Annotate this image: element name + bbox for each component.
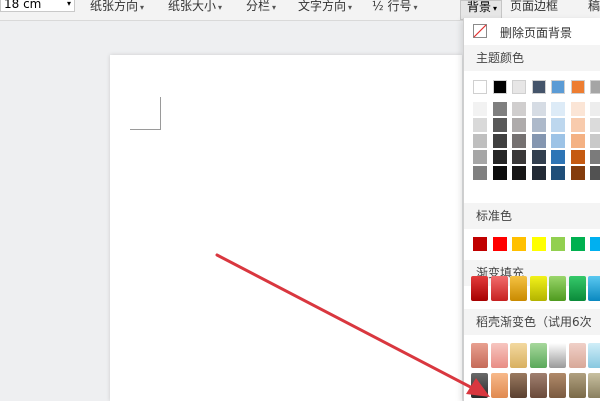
annotation-arrow xyxy=(215,253,490,397)
